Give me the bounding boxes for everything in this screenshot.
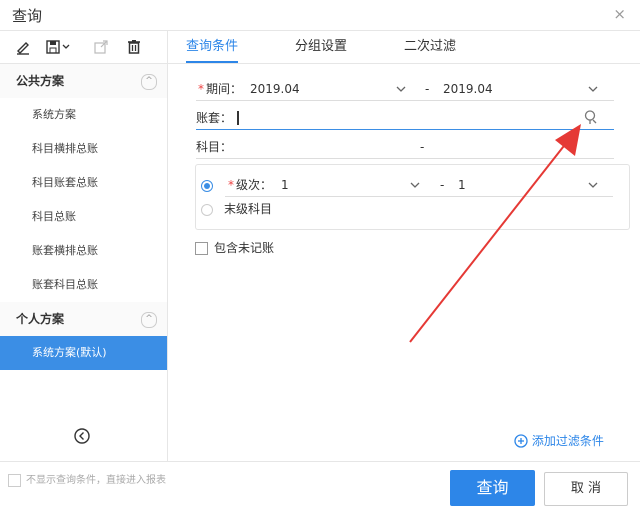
leaf-subject-radio[interactable] — [201, 204, 213, 216]
dialog-title: 查询 — [12, 7, 43, 25]
period-from-select[interactable]: 2019.04 — [250, 77, 300, 101]
public-schemes-label: 公共方案 — [16, 74, 65, 88]
sidebar-item-set-horizontal-ledger[interactable]: 账套横排总账 — [0, 234, 167, 268]
tab-group-settings[interactable]: 分组设置 — [295, 31, 347, 63]
leaf-subject-label: 末级科目 — [224, 202, 273, 216]
account-set-label: 账套： — [196, 111, 233, 125]
query-button[interactable]: 查询 — [450, 470, 535, 506]
period-to-select[interactable]: 2019.04 — [443, 77, 493, 101]
include-unposted-checkbox[interactable] — [195, 242, 208, 255]
export-icon[interactable] — [90, 36, 112, 58]
tab-query-conditions[interactable]: 查询条件 — [186, 31, 239, 63]
sidebar-item-system-scheme-default[interactable]: 系统方案(默认) — [0, 336, 167, 370]
subject-label: 科目： — [196, 140, 233, 154]
required-mark: * — [228, 178, 234, 192]
tab-bar: 查询条件 分组设置 二次过滤 — [168, 31, 640, 64]
personal-schemes-label: 个人方案 — [16, 312, 65, 326]
include-unposted-label: 包含未记账 — [214, 241, 275, 255]
sidebar-item-set-subject-ledger[interactable]: 账套科目总账 — [0, 268, 167, 302]
level-label: * 级次： — [228, 178, 273, 192]
skip-dialog-checkbox[interactable] — [8, 474, 21, 487]
sidebar-item-subject-set-ledger[interactable]: 科目账套总账 — [0, 166, 167, 200]
plus-circle-icon — [514, 434, 528, 448]
edit-icon[interactable] — [12, 36, 34, 58]
tab-secondary-filter[interactable]: 二次过滤 — [404, 31, 456, 63]
chevron-up-icon[interactable]: ^ — [141, 312, 157, 328]
add-filter-button[interactable]: 添加过滤条件 — [514, 432, 604, 449]
save-icon[interactable] — [44, 36, 74, 58]
personal-schemes-header[interactable]: 个人方案 ^ — [0, 302, 167, 336]
period-label: * 期间： — [198, 82, 243, 96]
period-underline — [196, 100, 614, 101]
collapse-sidebar-icon[interactable] — [73, 427, 91, 445]
close-icon[interactable]: × — [613, 5, 626, 23]
title-bar: 查询 × — [0, 0, 640, 31]
public-schemes-header[interactable]: 公共方案 ^ — [0, 64, 167, 98]
scheme-sidebar: 公共方案 ^ 系统方案 科目横排总账 科目账套总账 科目总账 账套横排总账 账套… — [0, 31, 168, 461]
required-mark: * — [198, 82, 204, 96]
chevron-down-icon[interactable] — [396, 84, 406, 94]
delete-icon[interactable] — [123, 36, 145, 58]
period-separator: - — [425, 82, 430, 96]
chevron-down-icon[interactable] — [588, 84, 598, 94]
level-from-select[interactable]: 1 — [281, 173, 289, 197]
add-filter-label: 添加过滤条件 — [531, 434, 604, 448]
sidebar-item-system-scheme[interactable]: 系统方案 — [0, 98, 167, 132]
level-radio[interactable] — [201, 180, 213, 192]
annotation-arrow — [409, 124, 581, 343]
sidebar-toolbar — [0, 31, 167, 64]
cancel-button[interactable]: 取 消 — [544, 472, 628, 506]
sidebar-item-subject-ledger[interactable]: 科目总账 — [0, 200, 167, 234]
sidebar-item-subject-horizontal-ledger[interactable]: 科目横排总账 — [0, 132, 167, 166]
chevron-up-icon[interactable]: ^ — [141, 74, 157, 90]
account-set-input[interactable] — [237, 111, 239, 125]
skip-dialog-label: 不显示查询条件，直接进入报表 — [26, 475, 166, 486]
